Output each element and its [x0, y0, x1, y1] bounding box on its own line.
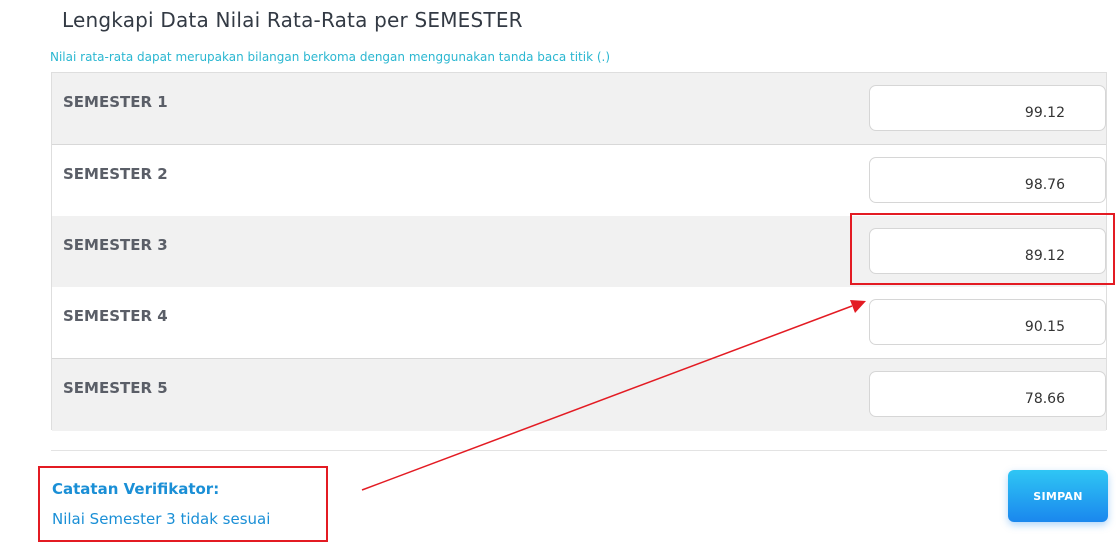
save-button[interactable]: SIMPAN	[1008, 470, 1108, 522]
semester-label: SEMESTER 2	[63, 165, 168, 183]
semester-label: SEMESTER 3	[63, 236, 168, 254]
semester-label: SEMESTER 5	[63, 379, 168, 397]
semester-4-input[interactable]	[869, 299, 1106, 345]
table-row: SEMESTER 5	[52, 359, 1106, 431]
section-divider	[51, 450, 1107, 451]
table-row: SEMESTER 1	[52, 73, 1106, 145]
page-title: Lengkapi Data Nilai Rata-Rata per SEMEST…	[62, 8, 523, 32]
semester-3-highlight-box	[850, 213, 1115, 285]
semester-label: SEMESTER 4	[63, 307, 168, 325]
semester-label: SEMESTER 1	[63, 93, 168, 111]
table-row: SEMESTER 2	[52, 145, 1106, 217]
semester-1-input[interactable]	[869, 85, 1106, 131]
semester-2-input[interactable]	[869, 157, 1106, 203]
semester-5-input[interactable]	[869, 371, 1106, 417]
table-row: SEMESTER 4	[52, 287, 1106, 359]
page-subtitle: Nilai rata-rata dapat merupakan bilangan…	[50, 50, 611, 64]
note-highlight-box	[38, 466, 328, 542]
